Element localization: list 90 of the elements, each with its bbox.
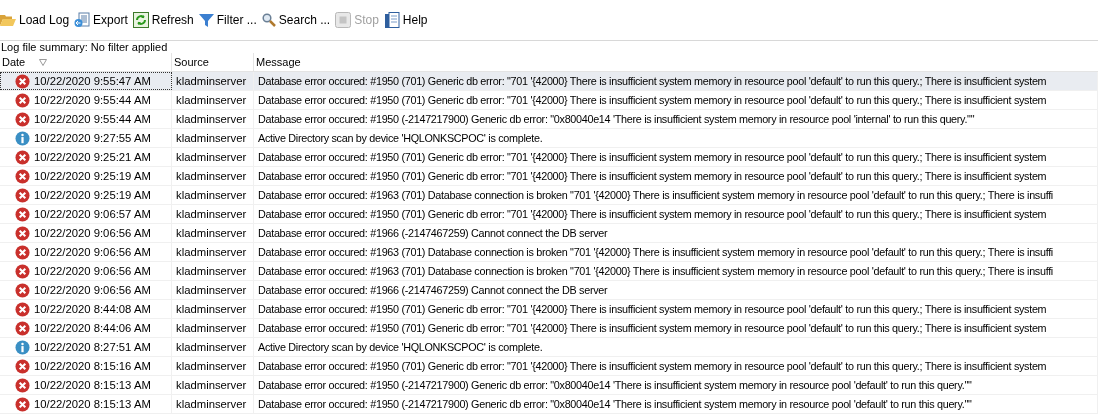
- toolbar-button[interactable]: Refresh: [132, 9, 197, 31]
- log-row[interactable]: [0, 357, 1098, 376]
- date-cell: 10/22/2020 8:15:13 AM: [34, 379, 151, 391]
- source-cell: kladminserver: [176, 189, 247, 201]
- source-cell: kladminserver: [176, 246, 247, 258]
- source-cell: kladminserver: [176, 322, 247, 334]
- date-cell: 10/22/2020 9:25:19 AM: [34, 189, 151, 201]
- message-cell: Database error occured: #1950 (-2147217900) Generic db error: "0x80040e14 'There is insufficient system memory in resource pool 'default' to run this query."": [258, 398, 972, 410]
- filter-icon: [198, 12, 214, 28]
- message-cell: Database error occured: #1966 (-2147467259) Cannot connect the DB server: [258, 284, 608, 296]
- source-cell: kladminserver: [176, 398, 247, 410]
- log-row[interactable]: [0, 319, 1098, 338]
- book-icon: [383, 11, 400, 29]
- log-row[interactable]: [0, 243, 1098, 262]
- log-row[interactable]: 10/22/2020 9:55:44 AM kladminserver Database error occured: #1950 (-2147217900) Generic db error: "0x80040e14 'There is insufficient system memory in resource pool 'internal' to run this query."": [0, 110, 1098, 129]
- log-row[interactable]: [0, 262, 1098, 281]
- toolbar-button[interactable]: Filter ...: [198, 9, 260, 31]
- log-row[interactable]: [0, 148, 1098, 167]
- log-summary: Log file summary: No filter applied: [0, 41, 169, 53]
- date-cell: 10/22/2020 8:44:08 AM: [34, 303, 151, 315]
- source-cell: kladminserver: [176, 265, 247, 277]
- date-cell: 10/22/2020 9:27:55 AM: [34, 132, 151, 144]
- folder-icon: [0, 13, 16, 27]
- message-cell: Database error occured: #1950 (701) Generic db error: "701 '{42000} There is insufficient system memory in resource pool 'default' to run this query.; There is insufficient system: [258, 75, 1047, 87]
- date-cell: 10/22/2020 9:55:44 AM: [34, 94, 151, 106]
- date-cell: 10/22/2020 9:25:21 AM: [34, 151, 151, 163]
- date-cell: 10/22/2020 8:15:13 AM: [34, 398, 151, 410]
- message-cell: Database error occured: #1963 (701) Database connection is broken "701 '{42000} There is insufficient system memory in resource pool 'default' to run this query.; There is insuffi: [258, 189, 1053, 201]
- log-row[interactable]: [0, 72, 1098, 91]
- message-cell: Database error occured: #1950 (701) Generic db error: "701 '{42000} There is insufficient system memory in resource pool 'default' to run this query.; There is insufficient system: [258, 208, 1047, 220]
- sort-icon: [39, 58, 48, 66]
- message-cell: Database error occured: #1950 (701) Generic db error: "701 '{42000} There is insufficient system memory in resource pool 'default' to run this query.; There is insufficient system: [258, 94, 1047, 106]
- source-cell: kladminserver: [176, 284, 247, 296]
- log-row[interactable]: 10/22/2020 8:15:13 AM kladminserver Database error occured: #1950 (-2147217900) Generic db error: "0x80040e14 'There is insufficient system memory in resource pool 'default' to run this query."": [0, 376, 1098, 395]
- search-icon: [261, 13, 276, 27]
- export-icon: [74, 12, 91, 28]
- source-cell: kladminserver: [176, 75, 247, 87]
- column-header[interactable]: Message: [254, 53, 1098, 71]
- log-row[interactable]: 10/22/2020 9:06:56 AM kladminserver Database error occured: #1966 (-2147467259) Cannot connect the DB server: [0, 224, 1098, 243]
- log-row[interactable]: [0, 205, 1098, 224]
- message-cell: Database error occured: #1950 (701) Generic db error: "701 '{42000} There is insufficient system memory in resource pool 'default' to run this query.; There is insufficient system: [258, 303, 1047, 315]
- toolbar-button[interactable]: Help: [383, 9, 431, 31]
- refresh-icon: [132, 12, 149, 28]
- date-cell: 10/22/2020 8:44:06 AM: [34, 322, 151, 334]
- source-cell: kladminserver: [176, 341, 247, 353]
- date-cell: 10/22/2020 9:55:44 AM: [34, 113, 151, 125]
- date-cell: 10/22/2020 9:06:56 AM: [34, 284, 151, 296]
- date-cell: 10/22/2020 8:15:16 AM: [34, 360, 151, 372]
- source-cell: kladminserver: [176, 113, 247, 125]
- toolbar-button[interactable]: Search ...: [261, 9, 334, 31]
- log-row[interactable]: [0, 300, 1098, 319]
- column-header[interactable]: Source: [172, 53, 254, 71]
- source-cell: kladminserver: [176, 360, 247, 372]
- message-cell: Database error occured: #1963 (701) Database connection is broken "701 '{42000} There is insufficient system memory in resource pool 'default' to run this query.; There is insuffi: [258, 265, 1053, 277]
- toolbar-button[interactable]: Load Log: [0, 9, 73, 31]
- date-cell: 10/22/2020 9:25:19 AM: [34, 170, 151, 182]
- message-cell: Database error occured: #1950 (701) Generic db error: "701 '{42000} There is insufficient system memory in resource pool 'default' to run this query.; There is insufficient system: [258, 360, 1047, 372]
- source-cell: kladminserver: [176, 208, 247, 220]
- source-cell: kladminserver: [176, 303, 247, 315]
- source-cell: kladminserver: [176, 151, 247, 163]
- message-cell: Database error occured: #1963 (701) Database connection is broken "701 '{42000} There is insufficient system memory in resource pool 'default' to run this query.; There is insuffi: [258, 246, 1053, 258]
- message-cell: Active Directory scan by device 'HQLONKSCPOC' is complete.: [258, 341, 543, 353]
- log-row[interactable]: [0, 167, 1098, 186]
- source-cell: kladminserver: [176, 132, 247, 144]
- message-cell: Active Directory scan by device 'HQLONKSCPOC' is complete.: [258, 132, 543, 144]
- column-header[interactable]: Date: [0, 53, 172, 71]
- date-cell: 10/22/2020 9:06:56 AM: [34, 265, 151, 277]
- message-cell: Database error occured: #1966 (-2147467259) Cannot connect the DB server: [258, 227, 608, 239]
- log-row[interactable]: 10/22/2020 9:06:56 AM kladminserver Database error occured: #1966 (-2147467259) Cannot connect the DB server: [0, 281, 1098, 300]
- log-row[interactable]: [0, 91, 1098, 110]
- source-cell: kladminserver: [176, 94, 247, 106]
- message-cell: Database error occured: #1950 (-2147217900) Generic db error: "0x80040e14 'There is insufficient system memory in resource pool 'internal' to run this query."": [258, 113, 975, 125]
- message-cell: Database error occured: #1950 (701) Generic db error: "701 '{42000} There is insufficient system memory in resource pool 'default' to run this query.; There is insufficient system: [258, 170, 1047, 182]
- log-row[interactable]: [0, 186, 1098, 205]
- message-cell: Database error occured: #1950 (-2147217900) Generic db error: "0x80040e14 'There is insufficient system memory in resource pool 'default' to run this query."": [258, 379, 972, 391]
- log-row[interactable]: 10/22/2020 9:27:55 AM kladminserver Active Directory scan by device 'HQLONKSCPOC' is complete.: [0, 129, 1098, 148]
- source-cell: kladminserver: [176, 170, 247, 182]
- source-cell: kladminserver: [176, 379, 247, 391]
- message-cell: Database error occured: #1950 (701) Generic db error: "701 '{42000} There is insufficient system memory in resource pool 'default' to run this query.; There is insufficient system: [258, 151, 1047, 163]
- source-cell: kladminserver: [176, 227, 247, 239]
- log-row[interactable]: 10/22/2020 8:15:13 AM kladminserver Database error occured: #1950 (-2147217900) Generic db error: "0x80040e14 'There is insufficient system memory in resource pool 'default' to run this query."": [0, 395, 1098, 414]
- toolbar-button[interactable]: Export: [74, 9, 131, 31]
- date-cell: 10/22/2020 8:27:51 AM: [34, 341, 151, 353]
- date-cell: 10/22/2020 9:06:57 AM: [34, 208, 151, 220]
- log-row[interactable]: 10/22/2020 8:27:51 AM kladminserver Active Directory scan by device 'HQLONKSCPOC' is complete.: [0, 338, 1098, 357]
- stop-icon: [335, 12, 352, 28]
- date-cell: 10/22/2020 9:55:47 AM: [34, 75, 151, 87]
- message-cell: Database error occured: #1950 (701) Generic db error: "701 '{42000} There is insufficient system memory in resource pool 'default' to run this query.; There is insufficient system: [258, 322, 1047, 334]
- date-cell: 10/22/2020 9:06:56 AM: [34, 227, 151, 239]
- date-cell: 10/22/2020 9:06:56 AM: [34, 246, 151, 258]
